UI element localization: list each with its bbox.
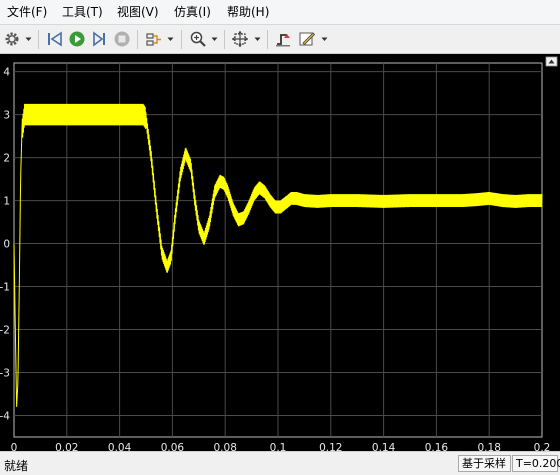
y-tick-label: 3 (3, 110, 10, 122)
stop-icon[interactable] (112, 29, 132, 49)
zoom-dropdown-icon[interactable] (211, 34, 218, 44)
style-dropdown-icon[interactable] (321, 34, 328, 44)
x-tick-label: 0.12 (319, 442, 342, 451)
autoscale-dropdown-icon[interactable] (254, 34, 261, 44)
gear-dropdown-icon[interactable] (25, 34, 32, 44)
y-tick-label: -2 (0, 325, 10, 337)
menu-bar: 文件(F) 工具(T) 视图(V) 仿真(I) 帮助(H) (0, 0, 560, 25)
x-tick-label: 0.1 (270, 442, 287, 451)
x-tick-label: 0 (11, 442, 18, 451)
scope-chart[interactable]: 0 0.02 0.04 0.06 0.08 0.1 0.12 0.14 0.16 0.18 0.2 -… (0, 54, 560, 454)
status-sim-time: T=0.200 (512, 455, 560, 472)
x-tick-label: 0.02 (55, 442, 78, 451)
menu-tools[interactable]: 工具(T) (62, 5, 103, 19)
style-icon[interactable] (297, 29, 317, 49)
toolbar-separator (137, 30, 138, 49)
toolbar-separator (38, 30, 39, 49)
toolbar-separator (181, 30, 182, 49)
restore-icon[interactable] (45, 29, 65, 49)
toolbar-separator (267, 30, 268, 49)
undock-button[interactable] (545, 56, 558, 67)
status-ready: 就绪 (4, 459, 29, 473)
autoscale-icon[interactable] (230, 29, 250, 49)
menu-help[interactable]: 帮助(H) (227, 5, 269, 19)
menu-simulation[interactable]: 仿真(I) (174, 5, 211, 19)
step-forward-icon[interactable] (89, 29, 109, 49)
y-tick-label: -3 (0, 368, 10, 380)
x-tick-label: 0.2 (534, 442, 551, 451)
signal-selector-dropdown-icon[interactable] (167, 34, 174, 44)
x-tick-label: 0.04 (108, 442, 132, 451)
y-tick-label: -4 (0, 411, 10, 423)
toolbar-separator (224, 30, 225, 49)
y-tick-label: -1 (0, 282, 10, 294)
menu-file[interactable]: 文件(F) (7, 5, 47, 19)
signal-selector-icon[interactable] (144, 29, 164, 49)
gear-icon[interactable] (2, 29, 22, 49)
x-tick-label: 0.16 (425, 442, 449, 451)
x-tick-label: 0.18 (478, 442, 501, 451)
zoom-icon[interactable] (188, 29, 208, 49)
y-tick-label: 4 (3, 67, 10, 79)
scope-plot-area: 0 0.02 0.04 0.06 0.08 0.1 0.12 0.14 0.16 0.18 0.2 -… (0, 54, 560, 454)
x-tick-label: 0.14 (372, 442, 396, 451)
triggers-icon[interactable] (273, 29, 293, 49)
toolbar (0, 25, 560, 54)
y-tick-label: 2 (3, 153, 10, 165)
x-tick-label: 0.06 (161, 442, 185, 451)
y-tick-label: 0 (3, 239, 10, 251)
menu-view[interactable]: 视图(V) (117, 5, 159, 19)
status-bar: 就绪 基于采样 T=0.200 (0, 451, 560, 475)
y-tick-label: 1 (3, 196, 10, 208)
status-sample-mode: 基于采样 (458, 455, 511, 472)
x-tick-label: 0.08 (214, 442, 237, 451)
run-icon[interactable] (67, 29, 87, 49)
